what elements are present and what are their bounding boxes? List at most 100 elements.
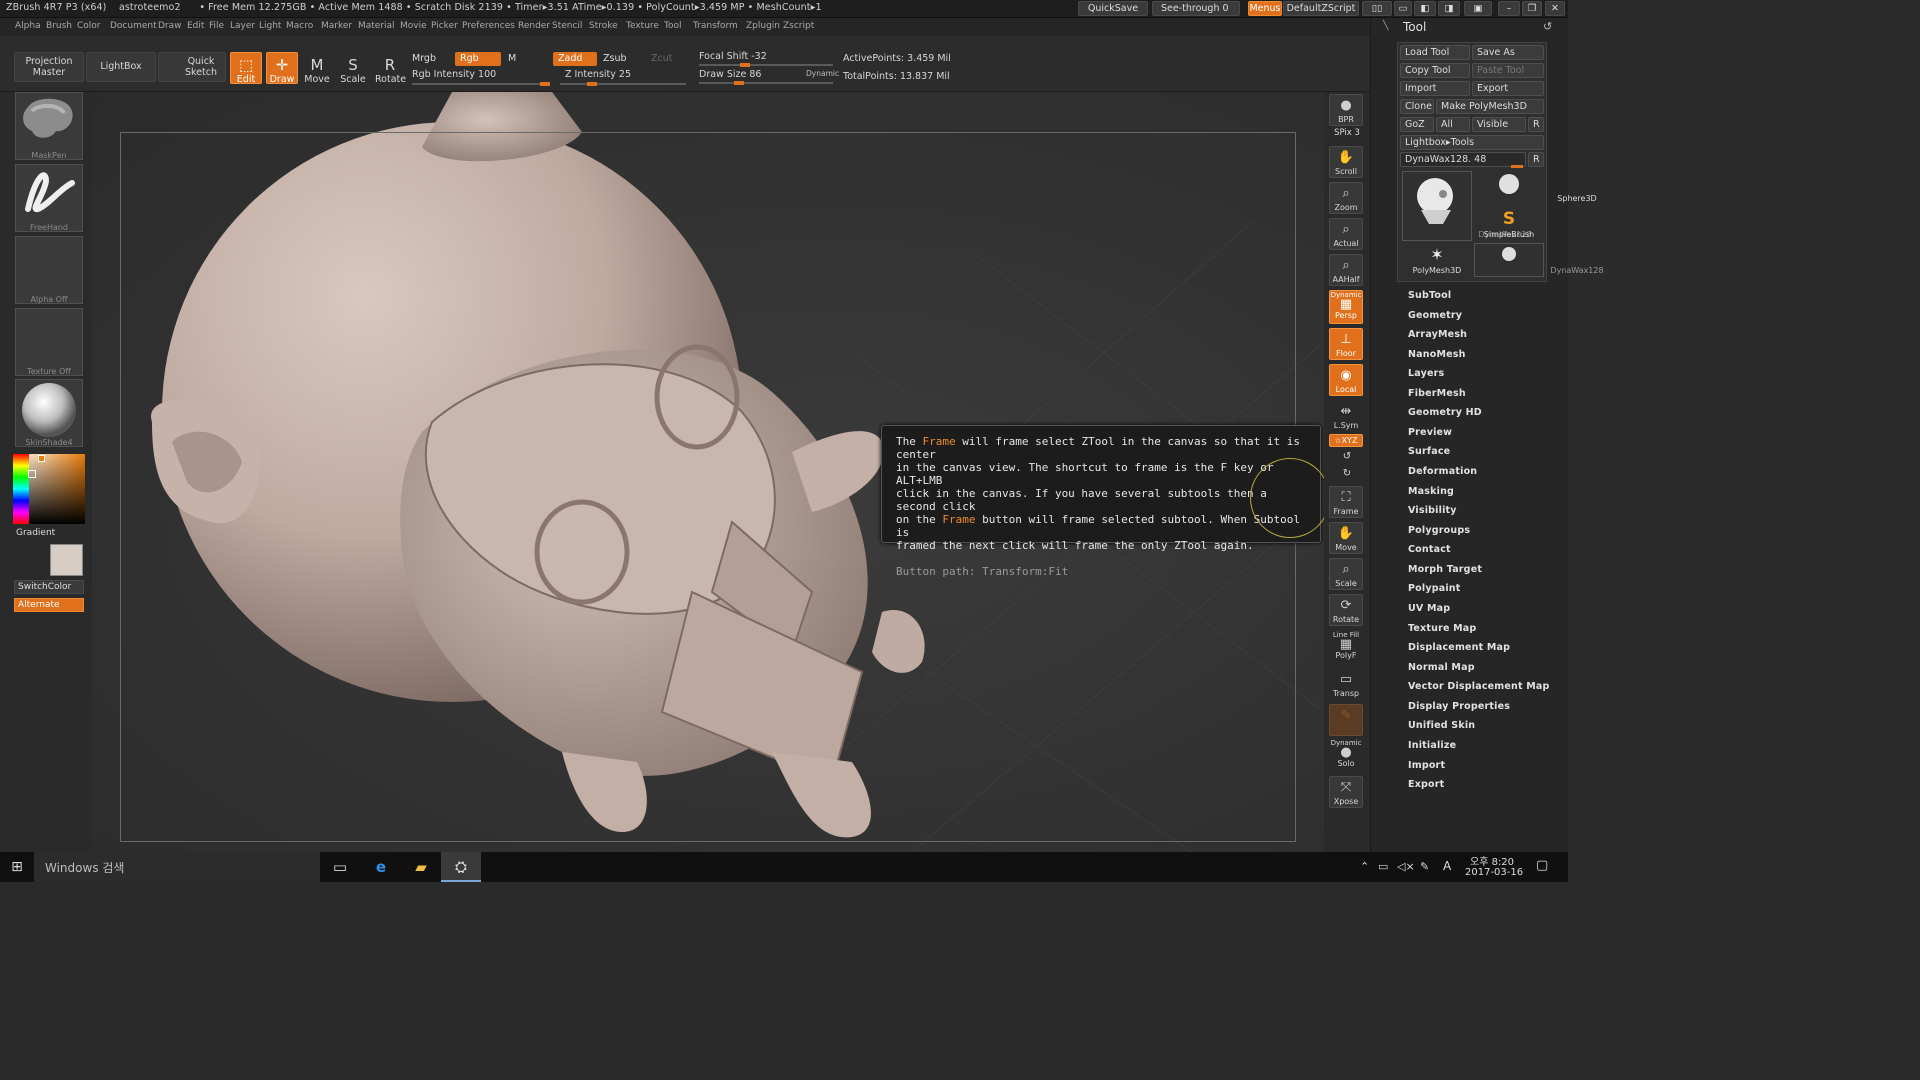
menu-tool[interactable]: Tool xyxy=(664,21,681,31)
menu-material[interactable]: Material xyxy=(358,21,395,31)
quicksave-button[interactable]: QuickSave xyxy=(1078,1,1148,16)
projection-master-button[interactable]: Projection Master xyxy=(14,52,84,82)
alternate-button[interactable]: Alternate xyxy=(14,598,84,612)
export-tool-button[interactable]: Export xyxy=(1472,81,1544,96)
section-subtool[interactable]: SubTool xyxy=(1408,290,1451,301)
menu-transform[interactable]: Transform xyxy=(693,21,738,31)
section-import[interactable]: Import xyxy=(1408,760,1445,771)
menu-zplugin[interactable]: Zplugin xyxy=(746,21,780,31)
volume-icon[interactable]: ◁× xyxy=(1397,860,1415,873)
panel-icon[interactable]: ▭ xyxy=(1394,1,1412,16)
section-preview[interactable]: Preview xyxy=(1408,427,1452,438)
menu-alpha[interactable]: Alpha xyxy=(15,21,41,31)
rotate-z-icon[interactable]: ↻ xyxy=(1326,468,1368,479)
rotate-y-icon[interactable]: ↺ xyxy=(1326,451,1368,462)
scroll-button[interactable]: ✋ Scroll xyxy=(1329,146,1363,178)
import-tool-button[interactable]: Import xyxy=(1400,81,1470,96)
minimize-icon[interactable]: – xyxy=(1498,1,1520,16)
switchcolor-button[interactable]: SwitchColor xyxy=(14,580,84,594)
network-icon[interactable]: ▭ xyxy=(1378,860,1388,873)
lsym-button[interactable]: ⇹ L.Sym xyxy=(1329,400,1363,432)
section-display-properties[interactable]: Display Properties xyxy=(1408,701,1510,712)
xyz-button[interactable]: ☆XYZ xyxy=(1329,434,1363,447)
rotate-button[interactable]: R Rotate xyxy=(374,52,406,85)
menu-marker[interactable]: Marker xyxy=(321,21,352,31)
frame-button[interactable]: ⛶ Frame xyxy=(1329,486,1363,518)
load-tool-button[interactable]: Load Tool xyxy=(1400,45,1470,60)
pen-icon[interactable]: ✎ xyxy=(1420,860,1429,873)
material-selector[interactable]: SkinShade4 xyxy=(15,379,83,447)
section-vector-displacement-map[interactable]: Vector Displacement Map xyxy=(1408,681,1550,692)
tool-thumb-polymesh3d[interactable]: ✶ PolyMesh3D xyxy=(1402,243,1472,277)
zcut-toggle[interactable]: Zcut xyxy=(646,52,686,66)
local-button[interactable]: ◉ Local xyxy=(1329,364,1363,396)
section-geometry-hd[interactable]: Geometry HD xyxy=(1408,407,1482,418)
menu-picker[interactable]: Picker xyxy=(431,21,458,31)
menu-color[interactable]: Color xyxy=(77,21,101,31)
zsub-toggle[interactable]: Zsub xyxy=(598,52,642,66)
default-zscript-button[interactable]: DefaultZScript xyxy=(1283,1,1359,16)
quick-sketch-button[interactable]: Quick Sketch xyxy=(158,52,226,82)
section-unified-skin[interactable]: Unified Skin xyxy=(1408,720,1475,731)
windows-start-icon[interactable]: ⊞ xyxy=(0,852,34,882)
section-deformation[interactable]: Deformation xyxy=(1408,466,1477,477)
move-view-button[interactable]: ✋ Move xyxy=(1329,522,1363,554)
current-tool-slider[interactable]: DynaWax128. 48 xyxy=(1400,152,1526,167)
section-contact[interactable]: Contact xyxy=(1408,544,1451,555)
move-button[interactable]: M Move xyxy=(302,52,332,85)
copy-tool-button[interactable]: Copy Tool xyxy=(1400,63,1470,78)
menus-toggle[interactable]: Menus xyxy=(1248,1,1282,16)
section-visibility[interactable]: Visibility xyxy=(1408,505,1457,516)
secondary-color-swatch[interactable] xyxy=(50,544,83,576)
ime-indicator[interactable]: A xyxy=(1443,859,1451,873)
menu-edit[interactable]: Edit xyxy=(187,21,204,31)
refresh-icon[interactable]: ↺ xyxy=(1543,20,1552,33)
collapse-icon[interactable]: ╲ xyxy=(1383,21,1388,31)
menu-movie[interactable]: Movie xyxy=(400,21,427,31)
section-surface[interactable]: Surface xyxy=(1408,446,1450,457)
tool-thumb-sphere3d[interactable]: Sphere3D xyxy=(1474,171,1597,205)
tool-thumb-simplebrush[interactable]: S SimpleBrush xyxy=(1474,207,1544,241)
section-masking[interactable]: Masking xyxy=(1408,486,1454,497)
notification-icon[interactable]: ▢ xyxy=(1536,858,1548,873)
save-as-button[interactable]: Save As xyxy=(1472,45,1544,60)
section-polypaint[interactable]: Polypaint xyxy=(1408,583,1461,594)
menu-stroke[interactable]: Stroke xyxy=(589,21,618,31)
task-view-icon[interactable]: ▭ xyxy=(320,852,360,882)
actual-button[interactable]: ⌕ Actual xyxy=(1329,218,1363,250)
goz-all-button[interactable]: All xyxy=(1436,117,1470,132)
menu-stencil[interactable]: Stencil xyxy=(552,21,582,31)
z-intensity-slider[interactable] xyxy=(560,82,686,86)
tool-thumb-dynawax2[interactable]: DynaWax128 xyxy=(1474,243,1604,277)
tray-chevron-icon[interactable]: ⌃ xyxy=(1360,860,1369,873)
menu-render[interactable]: Render xyxy=(518,21,550,31)
section-fibermesh[interactable]: FiberMesh xyxy=(1408,388,1466,399)
section-morph-target[interactable]: Morph Target xyxy=(1408,564,1482,575)
section-nanomesh[interactable]: NanoMesh xyxy=(1408,349,1466,360)
section-displacement-map[interactable]: Displacement Map xyxy=(1408,642,1510,653)
brush-selector[interactable]: MaskPen xyxy=(15,92,83,160)
clock-time[interactable]: 오후 8:20 xyxy=(1470,853,1514,868)
edit-button[interactable]: ⬚ Edit xyxy=(230,52,262,85)
lightbox-tools-button[interactable]: Lightbox▸Tools xyxy=(1400,135,1544,150)
menu-light[interactable]: Light xyxy=(259,21,281,31)
draw-button[interactable]: ✛ Draw xyxy=(266,52,298,85)
persp-button[interactable]: Dynamic ▦ Persp xyxy=(1329,290,1363,324)
windows-search-box[interactable]: Windows 검색 xyxy=(34,852,320,882)
scale-view-button[interactable]: ⌕ Scale xyxy=(1329,558,1363,590)
menu-brush[interactable]: Brush xyxy=(46,21,72,31)
menu-layer[interactable]: Layer xyxy=(230,21,255,31)
section-layers[interactable]: Layers xyxy=(1408,368,1444,379)
menu-zscript[interactable]: Zscript xyxy=(783,21,814,31)
tool-r-button[interactable]: R xyxy=(1528,152,1544,167)
close-icon[interactable]: ✕ xyxy=(1545,1,1565,16)
aahalf-button[interactable]: ⌕ AAHalf xyxy=(1329,254,1363,286)
dynamic-label[interactable]: Dynamic xyxy=(806,69,839,78)
tray-left-icon[interactable]: ◧ xyxy=(1414,1,1436,16)
hue-cursor[interactable] xyxy=(38,455,45,462)
tool-thumb-active[interactable]: DynaWax128 xyxy=(1402,171,1532,241)
draw-size-slider[interactable] xyxy=(699,81,833,85)
transp-button[interactable]: ▭ Transp xyxy=(1329,668,1363,700)
restore-icon[interactable]: ❐ xyxy=(1522,1,1542,16)
zadd-toggle[interactable]: Zadd xyxy=(553,52,597,66)
